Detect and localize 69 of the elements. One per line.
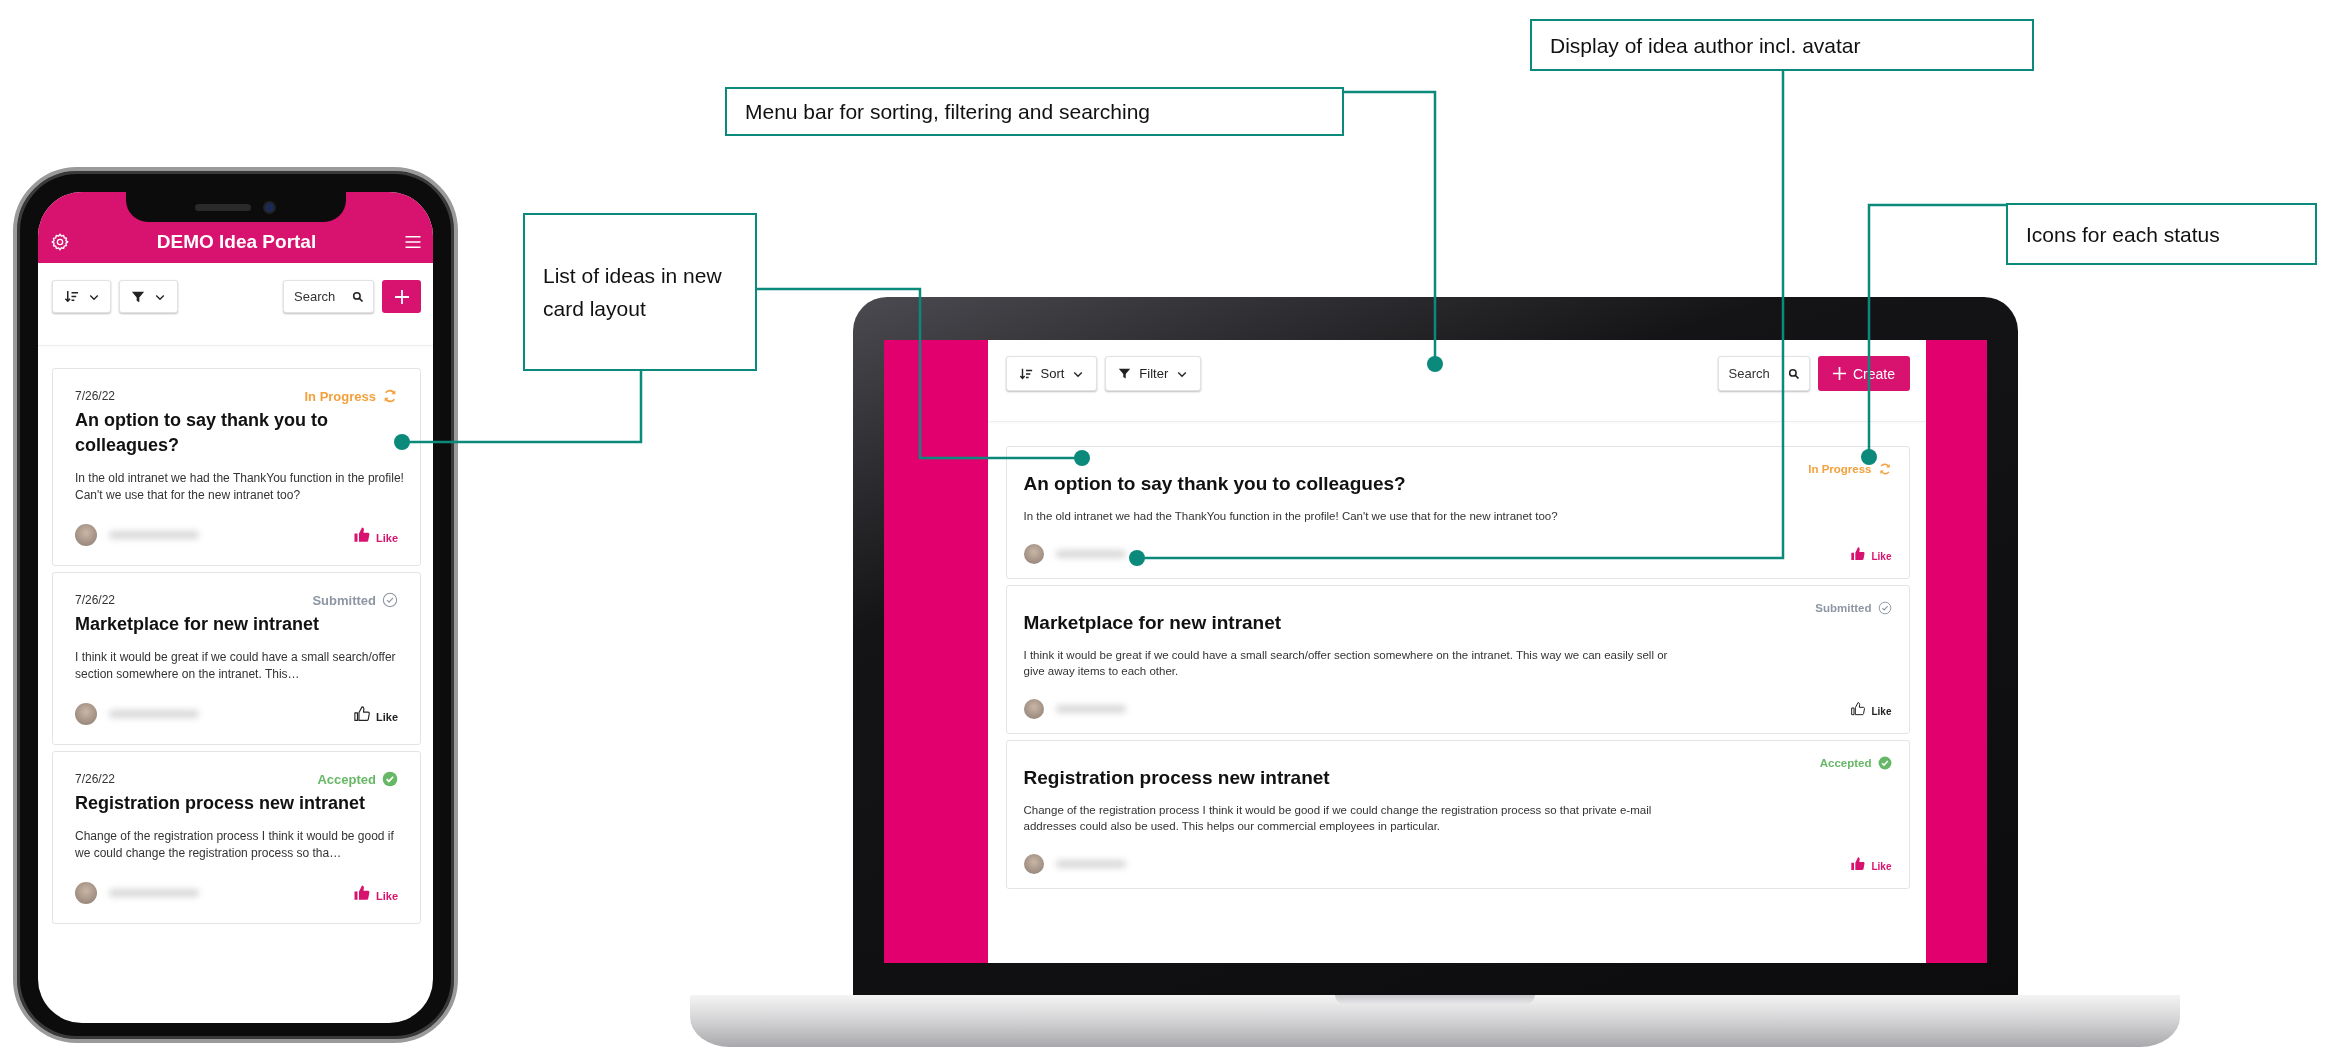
like-button[interactable]: Like xyxy=(1850,546,1892,562)
thumbs-up-icon xyxy=(353,526,371,544)
thumbs-up-icon xyxy=(353,705,371,723)
idea-description: I think it would be great if we could have a small search/offer section somewhere on the intranet. This way we can easily sell or give away items to each other. xyxy=(1023,648,1669,679)
idea-date: 7/26/22 xyxy=(75,593,116,607)
callout: List of ideas in new card layout xyxy=(523,213,757,371)
filter-icon xyxy=(131,289,145,304)
thumbs-up-icon xyxy=(1850,546,1867,562)
idea-title[interactable]: Registration process new intranet xyxy=(1023,766,1330,790)
idea-description: Change of the registration process I think it would be good if we could change the registration process so tha… xyxy=(75,828,395,862)
like-button[interactable]: Like xyxy=(353,526,398,544)
idea-date: 7/26/22 xyxy=(75,389,116,403)
status-label: Submitted xyxy=(312,592,376,608)
idea-description: I think it would be great if we could have a small search/offer section somewhere on the intranet. This… xyxy=(75,649,397,683)
blurred-name xyxy=(1055,860,1126,868)
like-button[interactable]: Like xyxy=(1850,856,1892,872)
search-icon xyxy=(352,290,364,303)
idea-description: In the old intranet we had the ThankYou function in the profile! Can't we use that for the new intranet too? xyxy=(1023,509,1559,524)
status-label: Submitted xyxy=(1815,602,1872,614)
status-label: In Progress xyxy=(304,388,376,404)
settings-icon[interactable] xyxy=(50,231,70,252)
callout: Display of idea author incl. avatar xyxy=(1530,19,2034,71)
avatar xyxy=(1023,699,1044,719)
sort-icon xyxy=(63,289,79,304)
filter-button[interactable] xyxy=(119,280,178,313)
blurred-name xyxy=(1055,550,1126,558)
idea-card[interactable] xyxy=(1005,585,1910,734)
like-button[interactable]: Like xyxy=(353,884,398,902)
filter-icon xyxy=(1118,367,1132,380)
idea-title[interactable]: Marketplace for new intranet xyxy=(1023,611,1282,635)
search-field[interactable]: Search xyxy=(283,280,374,313)
app-title: DEMO Idea Portal xyxy=(155,230,318,253)
idea-card[interactable]: 7/26/22 In Progress An option to say thank you to colleagues? In the old intranet we had the ThankYou function in the profile! Can't we use that for the new intranet too? Like xyxy=(52,368,421,566)
thumbs-up-icon xyxy=(1850,856,1867,872)
idea-card[interactable]: An option to say thank you to colleagues? In Progress In the old intranet we had the ThankYou function in the profile! Can't we use that for the new intranet too? Like xyxy=(1005,446,1910,579)
idea-title[interactable]: An option to say thank you to colleagues? xyxy=(1023,472,1406,496)
idea-card[interactable] xyxy=(1005,740,1910,889)
status-label: Accepted xyxy=(317,771,376,787)
callout: Menu bar for sorting, filtering and searching xyxy=(725,87,1344,136)
sort-button[interactable]: Sort xyxy=(1005,356,1098,391)
sort-icon xyxy=(1018,366,1033,381)
add-button[interactable] xyxy=(382,280,421,313)
plus-icon xyxy=(393,288,410,305)
plus-icon xyxy=(1832,366,1847,381)
idea-title[interactable]: An option to say thank you to colleagues? xyxy=(75,408,406,458)
idea-date: 7/26/22 xyxy=(75,772,116,786)
thumbs-up-icon xyxy=(353,884,371,902)
idea-title[interactable]: Registration process new intranet xyxy=(75,791,406,816)
thumbs-up-icon xyxy=(1850,701,1867,717)
idea-description: Change of the registration process I think it would be good if we could change the registration process so that private e-mail addresses could also be used. This helps our commercial employees in particular. xyxy=(1023,803,1653,834)
avatar xyxy=(75,703,97,725)
avatar xyxy=(1023,854,1044,874)
avatar xyxy=(75,882,97,904)
status-label: Accepted xyxy=(1819,757,1872,769)
blurred-name xyxy=(1055,705,1126,713)
idea-card[interactable]: 7/26/22 Submitted Marketplace for new intranet I think it would be great if we could have a small search/offer section somewhere on the intranet. This… Like xyxy=(52,572,421,745)
idea-title[interactable]: Marketplace for new intranet xyxy=(75,612,406,637)
status-label: In Progress xyxy=(1808,463,1872,475)
like-button[interactable]: Like xyxy=(1850,701,1892,717)
callout: Icons for each status xyxy=(2006,203,2317,265)
avatar xyxy=(75,524,97,546)
avatar xyxy=(1023,544,1044,564)
sort-button[interactable] xyxy=(52,280,111,313)
search-icon xyxy=(1787,367,1800,380)
idea-card[interactable]: 7/26/22 Accepted Registration process new intranet Change of the registration process I think it would be good if we could change the registration process so tha… Like xyxy=(52,751,421,924)
idea-description: In the old intranet we had the ThankYou function in the profile! Can't we use that for the new intranet too? xyxy=(75,470,405,504)
like-button[interactable]: Like xyxy=(353,705,398,723)
search-field[interactable]: Search xyxy=(1717,356,1810,391)
filter-button[interactable]: Filter xyxy=(1105,356,1202,391)
